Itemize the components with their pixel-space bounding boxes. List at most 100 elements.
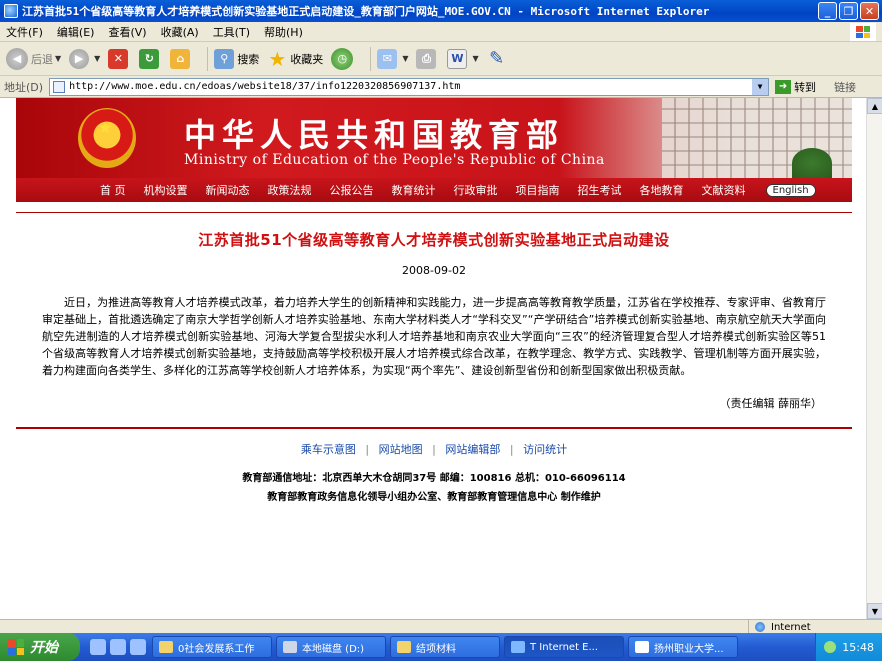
- folder-icon: [159, 641, 173, 653]
- footer-link-statistics[interactable]: 访问统计: [523, 443, 567, 456]
- window-controls: _ ❐ ✕: [818, 2, 879, 20]
- status-bar: Internet: [0, 619, 882, 634]
- network-icon[interactable]: [824, 641, 837, 653]
- mail-icon: ✉: [377, 48, 398, 69]
- menu-edit[interactable]: 编辑(E): [57, 24, 95, 40]
- home-icon: ⌂: [170, 48, 191, 69]
- menu-help[interactable]: 帮助(H): [264, 24, 303, 40]
- windows-flag-icon: [8, 639, 24, 655]
- quick-launch: [90, 639, 146, 655]
- star-icon: ★: [268, 46, 287, 71]
- nav-news[interactable]: 新闻动态: [206, 182, 250, 198]
- history-button[interactable]: ◷: [331, 47, 356, 70]
- back-button[interactable]: ◀ 后退 ▼: [6, 47, 62, 70]
- divider: [16, 427, 852, 429]
- scroll-up-icon[interactable]: ▲: [867, 98, 882, 114]
- document-icon: [635, 641, 649, 653]
- address-input[interactable]: http://www.moe.edu.cn/edoas/website18/37…: [49, 77, 770, 96]
- scroll-down-icon[interactable]: ▼: [867, 603, 882, 619]
- task-project-materials[interactable]: 结项材料: [390, 636, 500, 658]
- web-page: 中华人民共和国教育部 Ministry of Education of the …: [16, 98, 852, 503]
- go-arrow-icon: ➜: [775, 79, 792, 94]
- nav-approval[interactable]: 行政审批: [454, 182, 498, 198]
- clock[interactable]: 15:48: [842, 641, 874, 654]
- article-body: 近日，为推进高等教育人才培养模式改革，着力培养大学生的创新精神和实践能力，进一步…: [42, 296, 826, 377]
- page-viewport: 中华人民共和国教育部 Ministry of Education of the …: [0, 98, 882, 619]
- folder-icon: [397, 641, 411, 653]
- stop-button[interactable]: ✕: [108, 48, 131, 69]
- nav-admissions[interactable]: 招生考试: [578, 182, 622, 198]
- title-bar: 江苏首批51个省级高等教育人才培养模式创新实验基地正式启动建设_教育部门户网站_…: [0, 0, 882, 22]
- nav-statistics[interactable]: 教育统计: [392, 182, 436, 198]
- forward-button[interactable]: ▶ ▼: [69, 48, 100, 69]
- close-button[interactable]: ✕: [860, 2, 879, 20]
- nav-regional[interactable]: 各地教育: [640, 182, 684, 198]
- taskbar: 开始 0社会发展系工作 本地磁盘 (D:) 结项材料 T Internet E.…: [0, 633, 882, 661]
- vertical-scrollbar[interactable]: ▲ ▼: [866, 98, 882, 619]
- chevron-down-icon[interactable]: ▼: [752, 78, 769, 95]
- mail-button[interactable]: ✉ ▼: [377, 48, 408, 69]
- nav-bulletin[interactable]: 公报公告: [330, 182, 374, 198]
- footer-link-separator: |: [432, 443, 436, 456]
- stop-icon: ✕: [108, 48, 129, 69]
- address-label: 地址(D): [4, 80, 44, 94]
- links-button[interactable]: 链接: [834, 79, 856, 95]
- quick-launch-icon[interactable]: [90, 639, 106, 655]
- footer-maintainer: 教育部教育政务信息化领导小组办公室、教育部教育管理信息中心 制作维护: [267, 492, 601, 503]
- footer-link-route-map[interactable]: 乘车示意图: [301, 443, 356, 456]
- menu-bar: 文件(F) 编辑(E) 查看(V) 收藏(A) 工具(T) 帮助(H): [0, 22, 882, 42]
- ie-icon: [511, 641, 525, 653]
- window-title: 江苏首批51个省级高等教育人才培养模式创新实验基地正式启动建设_教育部门户网站_…: [22, 5, 710, 18]
- footer-link-editorial[interactable]: 网站编辑部: [445, 443, 500, 456]
- nav-policy[interactable]: 政策法规: [268, 182, 312, 198]
- task-yangzhou-university[interactable]: 扬州职业大学...: [628, 636, 738, 658]
- tree-image: [792, 148, 832, 178]
- chevron-down-icon: ▼: [472, 54, 479, 63]
- article-date: 2008-09-02: [402, 264, 466, 277]
- menu-tools[interactable]: 工具(T): [213, 24, 250, 40]
- nav-organization[interactable]: 机构设置: [144, 182, 188, 198]
- task-label: 0社会发展系工作: [178, 643, 255, 655]
- search-button[interactable]: ⚲ 搜索: [214, 48, 260, 69]
- search-label: 搜索: [237, 52, 260, 66]
- quick-launch-icon[interactable]: [130, 639, 146, 655]
- favorites-button[interactable]: ★ 收藏夹: [267, 46, 323, 71]
- globe-icon: [755, 622, 765, 632]
- nav-home[interactable]: 首 页: [100, 182, 126, 198]
- print-button[interactable]: ⎙: [416, 48, 439, 69]
- go-label: 转到: [794, 80, 817, 94]
- task-local-disk[interactable]: 本地磁盘 (D:): [276, 636, 386, 658]
- article-headline: 江苏首批51个省级高等教育人才培养模式创新实验基地正式启动建设: [198, 231, 670, 249]
- start-button[interactable]: 开始: [0, 633, 80, 661]
- maximize-button[interactable]: ❐: [839, 2, 858, 20]
- nav-projects[interactable]: 项目指南: [516, 182, 560, 198]
- messenger-icon: ✎: [489, 48, 505, 69]
- article-editor: （责任编辑 薛丽华）: [719, 397, 823, 410]
- menu-favorites[interactable]: 收藏(A): [161, 24, 199, 40]
- quick-launch-icon[interactable]: [110, 639, 126, 655]
- history-icon: ◷: [331, 47, 354, 70]
- task-internet-explorer[interactable]: T Internet E...: [504, 636, 624, 658]
- toolbar-divider: [370, 46, 372, 71]
- home-button[interactable]: ⌂: [170, 48, 193, 69]
- task-label: T Internet E...: [530, 641, 599, 653]
- nav-documents[interactable]: 文献资料: [702, 182, 746, 198]
- messenger-button[interactable]: ✎: [487, 48, 510, 69]
- footer-link-site-map[interactable]: 网站地图: [379, 443, 423, 456]
- nav-english[interactable]: English: [765, 183, 816, 197]
- national-emblem-icon: [78, 108, 136, 168]
- footer-link-separator: |: [365, 443, 370, 456]
- task-social-dev[interactable]: 0社会发展系工作: [152, 636, 272, 658]
- zone-label: Internet: [771, 621, 811, 633]
- menu-file[interactable]: 文件(F): [6, 24, 43, 40]
- menu-view[interactable]: 查看(V): [108, 24, 146, 40]
- edit-button[interactable]: W ▼: [447, 48, 479, 69]
- chevron-down-icon: ▼: [55, 54, 62, 63]
- go-button[interactable]: ➜ 转到: [775, 79, 816, 95]
- minimize-button[interactable]: _: [818, 2, 837, 20]
- footer-links: 乘车示意图 | 网站地图 | 网站编辑部 | 访问统计: [16, 441, 852, 457]
- refresh-button[interactable]: ↻: [139, 48, 162, 69]
- forward-arrow-icon: ▶: [69, 48, 90, 69]
- search-icon: ⚲: [214, 48, 235, 69]
- word-icon: W: [447, 48, 468, 69]
